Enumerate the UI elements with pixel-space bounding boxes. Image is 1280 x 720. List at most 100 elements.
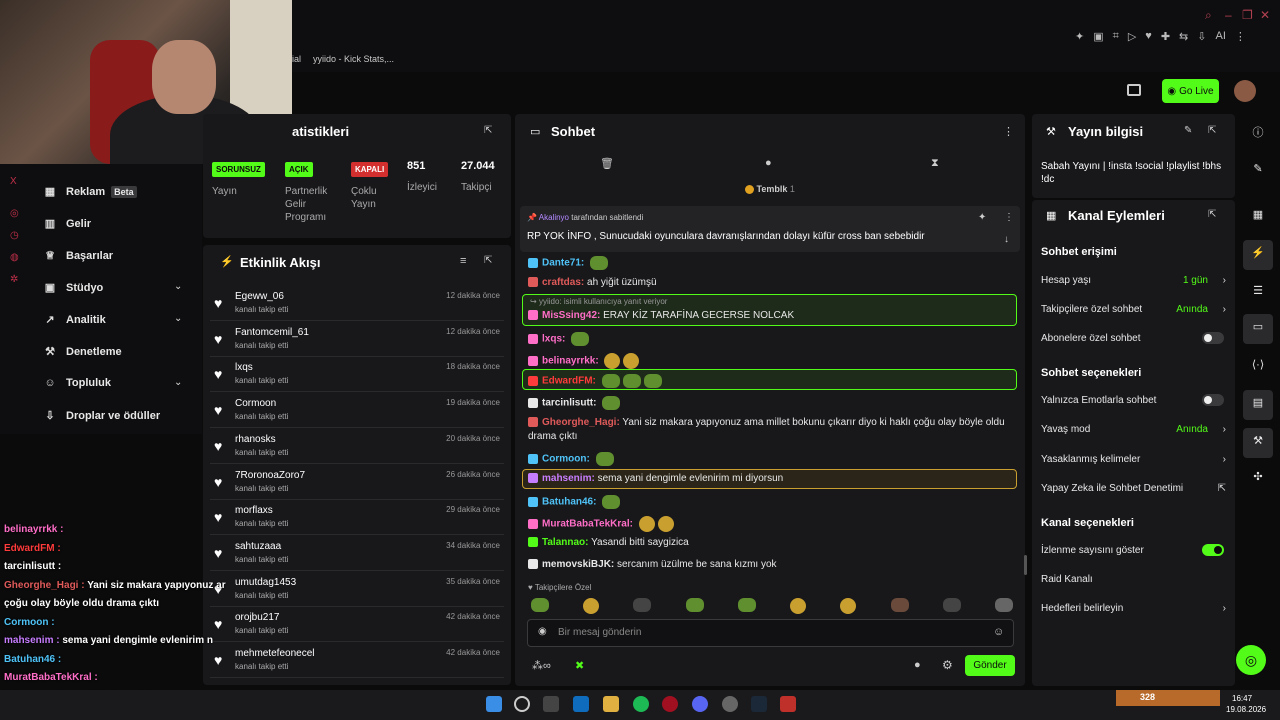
nav-item-gelir[interactable]: ▥ Gelir — [44, 217, 91, 231]
settings-icon[interactable]: ✲ — [10, 274, 18, 285]
chat-username[interactable]: Cormoon: — [542, 454, 590, 465]
nav-item-reklam[interactable]: ▦ Reklam Beta — [44, 185, 137, 198]
emote-icon[interactable] — [737, 598, 756, 612]
chat-username[interactable]: EdwardFM: — [542, 376, 596, 387]
chat-username[interactable]: memovskiBJK: — [542, 559, 614, 570]
subscribers-chat-toggle[interactable] — [1202, 332, 1224, 344]
windows-icon[interactable] — [486, 696, 502, 712]
ai-moderation-row[interactable]: Yapay Zeka ile Sohbet Denetimi ⇱ — [1041, 483, 1226, 494]
chat-message[interactable]: mahsenim: sema yani dengimle evlenirim m… — [528, 473, 783, 484]
feed-item[interactable]: ♥ umutdag1453 kanalı takip etti 35 dakika ö… — [210, 573, 504, 607]
pin-icon[interactable]: ✦ — [978, 212, 986, 223]
chat-message[interactable]: Gheorghe_Hagi: Yani siz makara yapıyonuz… — [528, 417, 1005, 428]
chat-message[interactable]: Batuhan46: — [528, 495, 621, 509]
circle-icon[interactable]: ◎ — [10, 208, 19, 219]
actions-icon[interactable]: ▦ — [1249, 208, 1267, 226]
filter-icon[interactable]: ≡ — [460, 255, 466, 267]
browser-tab[interactable]: yyiido - Kick Stats,... — [313, 54, 394, 64]
chevron-down-icon[interactable]: ⌄ — [174, 313, 182, 324]
layers-icon[interactable]: ▤ — [1249, 396, 1267, 414]
emote-icon[interactable] — [994, 598, 1013, 612]
chat-bubble-icon[interactable]: ● — [765, 157, 772, 169]
chat-message[interactable]: MuratBabaTekKral: — [528, 516, 674, 532]
trash-icon[interactable]: 🗑 — [600, 157, 614, 170]
chevron-down-icon[interactable]: ↓ — [1004, 234, 1009, 245]
play-icon[interactable]: ▷ — [1128, 30, 1136, 43]
list-icon[interactable]: ☰ — [1249, 284, 1267, 302]
raid-row[interactable]: Raid Kanalı — [1041, 574, 1226, 585]
wrench-icon[interactable]: ⚒ — [1249, 434, 1267, 452]
more-icon[interactable]: ⋮ — [1003, 125, 1014, 138]
nav-item-basarilar[interactable]: ♕ Başarılar — [44, 249, 113, 263]
nav-item-analitik[interactable]: ↗ Analitik — [44, 313, 105, 327]
minimize-icon[interactable]: – — [1225, 8, 1232, 22]
crop-icon[interactable]: ⌗ — [1113, 30, 1119, 43]
chat-username[interactable]: Dante71: — [542, 258, 584, 269]
pinned-user[interactable]: Temblk 1 — [745, 184, 795, 195]
feed-item[interactable]: ♥ mehmetefeonecel kanalı takip etti 42 daki… — [210, 644, 504, 678]
show-viewers-toggle[interactable] — [1202, 544, 1224, 556]
more-icon[interactable]: ⋮ — [1004, 212, 1014, 223]
discord-icon[interactable] — [692, 696, 708, 712]
chat-message[interactable]: tarcinlisutt: — [528, 396, 621, 410]
x-icon[interactable]: X — [10, 176, 17, 187]
chat-message[interactable]: MisSsing42: ERAY KİZ TARAFİNA GECERSE NO… — [528, 310, 794, 321]
popout-icon[interactable]: ⇱ — [1208, 209, 1216, 220]
store-icon[interactable] — [543, 696, 559, 712]
chat-username[interactable]: Talannao: — [542, 537, 588, 548]
chevron-down-icon[interactable]: ⌄ — [174, 377, 182, 388]
chat-username[interactable]: Gheorghe_Hagi: — [542, 417, 620, 428]
edit-icon[interactable]: ✎ — [1184, 125, 1192, 136]
restore-icon[interactable]: ❐ — [1242, 8, 1253, 22]
clock-icon[interactable]: ◷ — [10, 230, 19, 241]
chat-username[interactable]: Batuhan46: — [542, 497, 596, 508]
chat-username[interactable]: lxqs: — [542, 334, 565, 345]
chevron-down-icon[interactable]: ⌄ — [174, 281, 182, 292]
outlook-icon[interactable] — [573, 696, 589, 712]
screenshot-icon[interactable]: ▣ — [1093, 30, 1103, 43]
discord-icon[interactable]: ◍ — [10, 252, 19, 263]
heart-icon[interactable]: ♥ — [1145, 30, 1152, 43]
edit-icon[interactable]: ✎ — [1249, 162, 1267, 180]
goals-row[interactable]: Hedefleri belirleyin › — [1041, 603, 1226, 614]
search-icon[interactable]: ⌕ — [1205, 8, 1212, 23]
followers-chat-row[interactable]: Takipçilere özel sohbet Anında › — [1041, 304, 1226, 315]
feed-item[interactable]: ♥ sahtuzaaa kanalı takip etti 34 dakika önc… — [210, 537, 504, 571]
send-button[interactable]: Gönder — [965, 655, 1015, 676]
pin-icon[interactable]: ✦ — [1075, 30, 1084, 43]
chat-message[interactable]: EdwardFM: — [528, 374, 662, 388]
emote-icon[interactable] — [583, 598, 600, 614]
shield-icon[interactable]: ◉ — [538, 626, 547, 637]
slow-mode-row[interactable]: Yavaş mod Anında › — [1041, 424, 1226, 435]
chat-username[interactable]: MuratBabaTekKral: — [542, 519, 633, 530]
feed-item[interactable]: ♥ rhanosks kanalı takip etti 20 dakika önce — [210, 430, 504, 464]
code-icon[interactable]: ⟨·⟩ — [1249, 358, 1267, 376]
banned-words-row[interactable]: Yasaklanmış kelimeler › — [1041, 454, 1226, 465]
chat-message[interactable]: craftdas: ah yiğit üzümşü — [528, 277, 657, 288]
account-age-row[interactable]: Hesap yaşı 1 gün › — [1041, 275, 1226, 286]
share-icon[interactable]: ⇆ — [1179, 30, 1188, 43]
kick-icon[interactable]: ✖ — [575, 659, 584, 672]
emote-icon[interactable] — [942, 598, 961, 612]
lightning-icon[interactable]: ⚡ — [1249, 246, 1267, 264]
emote-icon[interactable] — [890, 598, 909, 612]
chat-username[interactable]: mahsenim: — [542, 473, 595, 484]
nav-item-topluluk[interactable]: ☺ Topluluk — [44, 377, 111, 389]
emote-icon[interactable] — [790, 598, 807, 614]
chat-message[interactable]: Talannao: Yasandi bitti saygizica — [528, 537, 689, 548]
feed-item[interactable]: ♥ Fantomcemil_61 kanalı takip etti 12 dakik… — [210, 323, 504, 357]
browser-tab[interactable]: ial — [292, 54, 301, 64]
steam-icon[interactable] — [751, 696, 767, 712]
menu-icon[interactable]: ⋮ — [1235, 30, 1246, 43]
chat-icon[interactable]: ▭ — [1249, 320, 1267, 338]
emote-icon[interactable] — [633, 598, 652, 612]
puzzle-icon[interactable]: ✣ — [1249, 470, 1267, 488]
popout-icon[interactable]: ⇱ — [1208, 125, 1216, 136]
users-icon[interactable]: ⁂∞ — [532, 659, 551, 672]
emote-icon[interactable] — [685, 598, 704, 612]
camera-icon[interactable] — [1127, 84, 1141, 96]
close-icon[interactable]: ✕ — [1260, 8, 1270, 22]
download-icon[interactable]: ⇩ — [1197, 30, 1206, 43]
folder-icon[interactable] — [603, 696, 619, 712]
chat-username[interactable]: craftdas: — [542, 277, 584, 288]
